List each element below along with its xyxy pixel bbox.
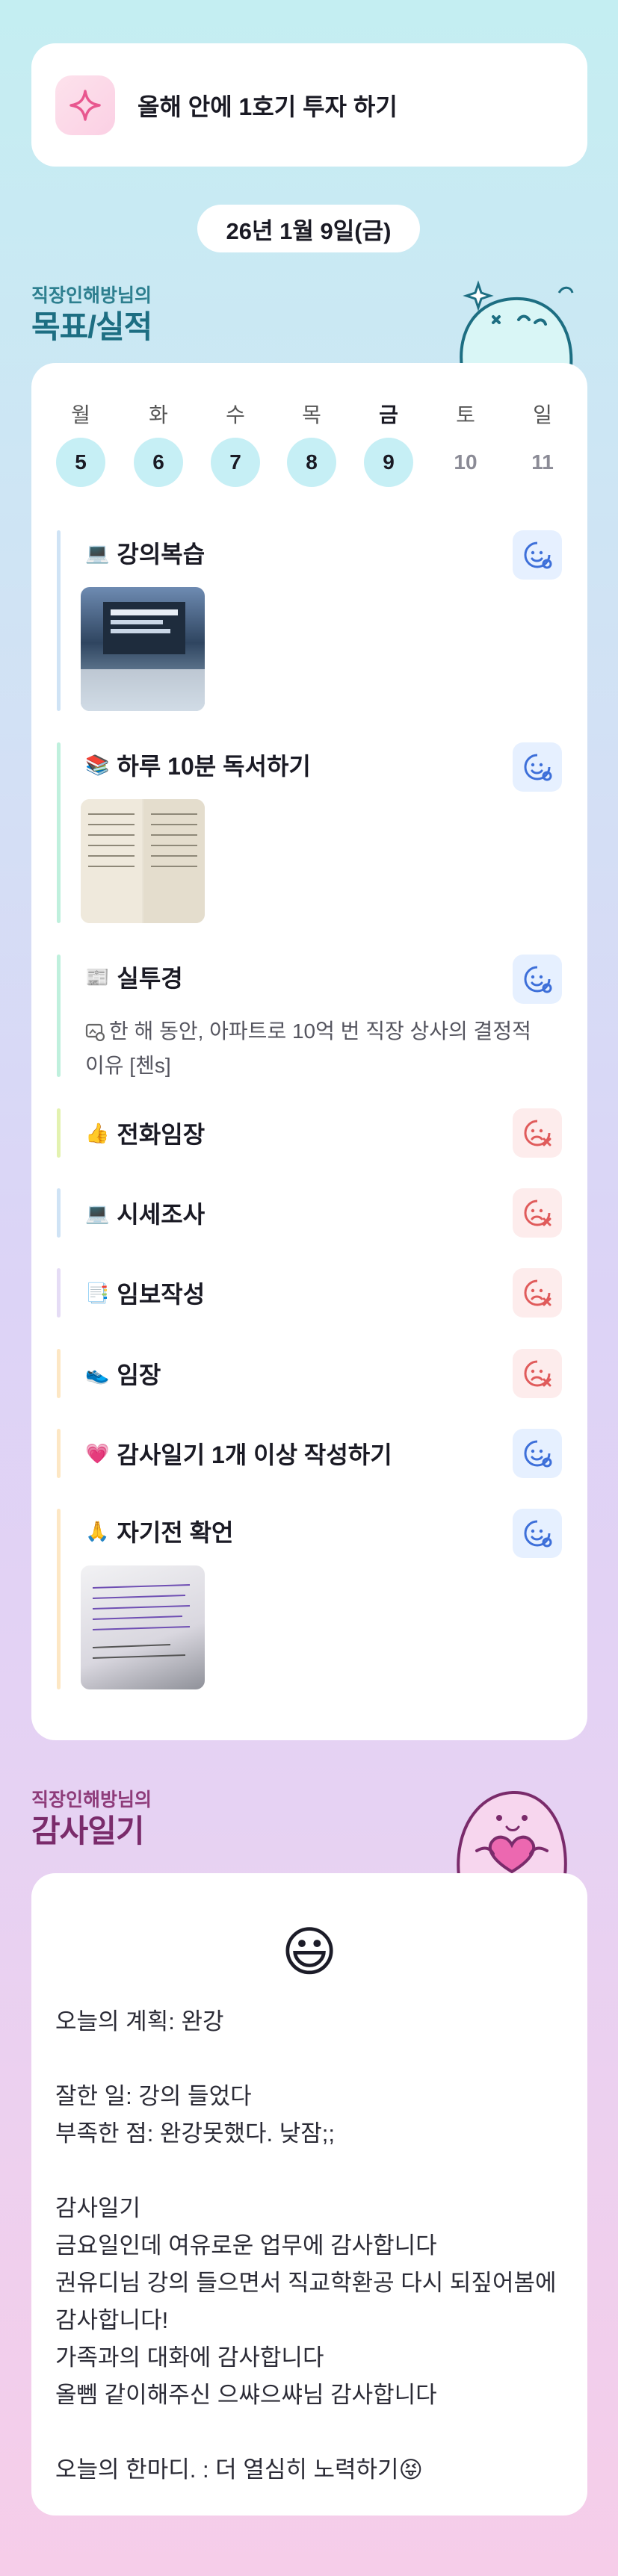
goals-section-title: 목표/실적 — [31, 309, 152, 344]
task-title-row: 💗 감사일기 1개 이상 작성하기 — [85, 1431, 392, 1476]
mood-emoji-icon: 😃 — [281, 1922, 338, 1982]
weekday-label: 일 — [533, 403, 552, 426]
goal-text: 올해 안에 1호기 투자 하기 — [137, 93, 398, 120]
task-color-bar — [57, 1349, 61, 1398]
status-missed-icon[interactable] — [513, 1188, 562, 1238]
day-number: 8 — [287, 438, 336, 487]
status-done-icon[interactable] — [513, 530, 562, 580]
task-color-bar — [57, 955, 61, 1077]
diary-text: 오늘의 계획: 완강 잘한 일: 강의 들었다 부족한 점: 완강못했다. 낮잠… — [55, 2008, 557, 2483]
task-label: 실투경 — [117, 965, 183, 992]
task-label: 하루 10분 독서하기 — [117, 753, 311, 780]
status-done-icon[interactable] — [513, 1509, 562, 1558]
task-photo[interactable] — [81, 799, 205, 923]
date-label[interactable]: 26년 1월 9일(금) — [197, 205, 420, 252]
day-number: 11 — [531, 450, 554, 474]
newspaper-icon: 📰 — [85, 965, 110, 988]
weekday-label: 목 — [302, 403, 321, 426]
task-item[interactable]: 💗 감사일기 1개 이상 작성하기 — [57, 1429, 562, 1478]
task-label: 시세조사 — [117, 1201, 206, 1228]
task-color-bar — [57, 1509, 61, 1689]
task-item[interactable]: 💻 강의복습 — [57, 530, 562, 711]
task-color-bar — [57, 1429, 61, 1478]
weekday-label: 수 — [226, 403, 245, 426]
task-photo[interactable] — [81, 587, 205, 711]
weekday-label: 토 — [456, 403, 475, 426]
day-thu[interactable]: 목 8 — [287, 400, 336, 487]
task-label: 강의복습 — [117, 541, 206, 568]
goal-card[interactable]: 올해 안에 1호기 투자 하기 — [31, 43, 587, 167]
day-number: 7 — [211, 438, 260, 487]
task-label: 감사일기 1개 이상 작성하기 — [117, 1441, 392, 1468]
task-item[interactable]: 📰 실투경 한 해 동안, 아파트로 10억 번 직장 상사의 결정적 이유 [… — [57, 955, 562, 1077]
shoe-icon: 👟 — [85, 1362, 110, 1385]
task-item[interactable]: 💻 시세조사 — [57, 1188, 562, 1238]
day-sat[interactable]: 토 10 — [441, 400, 490, 487]
day-number: 10 — [454, 450, 478, 474]
task-link[interactable]: 한 해 동안, 아파트로 10억 번 직장 상사의 결정적 이유 [첸s] — [85, 1016, 549, 1081]
task-item[interactable]: 👟 임장 — [57, 1349, 562, 1398]
diary-section-title: 감사일기 — [31, 1813, 145, 1849]
mascot-illustration — [447, 270, 586, 371]
document-icon: 📑 — [85, 1281, 110, 1304]
task-item[interactable]: 📑 임보작성 — [57, 1268, 562, 1318]
weekday-label: 금 — [379, 403, 398, 426]
task-color-bar — [57, 742, 61, 923]
status-missed-icon[interactable] — [513, 1268, 562, 1318]
task-title-row: 📰 실투경 — [85, 955, 183, 999]
weekday-label: 화 — [149, 403, 168, 426]
task-label: 임보작성 — [117, 1281, 206, 1308]
task-color-bar — [57, 1108, 61, 1158]
task-title-row: 👟 임장 — [85, 1351, 161, 1396]
day-number: 9 — [364, 438, 413, 487]
laptop-icon: 💻 — [85, 541, 110, 564]
task-title-row: 📑 임보작성 — [85, 1270, 205, 1315]
task-color-bar — [57, 1268, 61, 1318]
thumbs-up-icon: 👍 — [85, 1121, 110, 1144]
task-item[interactable]: 📚 하루 10분 독서하기 — [57, 742, 562, 923]
task-color-bar — [57, 1188, 61, 1238]
weekday-label: 월 — [71, 403, 90, 426]
task-title-row: 👍 전화임장 — [85, 1111, 205, 1155]
task-label: 전화임장 — [117, 1121, 206, 1148]
laptop-icon: 💻 — [85, 1201, 110, 1224]
day-tue[interactable]: 화 6 — [134, 400, 183, 487]
day-wed[interactable]: 수 7 — [211, 400, 260, 487]
day-sun[interactable]: 일 11 — [518, 400, 567, 487]
status-done-icon[interactable] — [513, 955, 562, 1004]
task-title-row: 💻 시세조사 — [85, 1191, 205, 1235]
sparkle-icon — [55, 75, 115, 135]
task-title-row: 💻 강의복습 — [85, 530, 205, 575]
task-item[interactable]: 🙏 자기전 확언 — [57, 1509, 562, 1689]
day-mon[interactable]: 월 5 — [56, 400, 105, 487]
status-done-icon[interactable] — [513, 1429, 562, 1478]
heart-icon: 💗 — [85, 1441, 110, 1465]
task-color-bar — [57, 530, 61, 711]
books-icon: 📚 — [85, 753, 110, 776]
status-done-icon[interactable] — [513, 742, 562, 792]
praying-hands-icon: 🙏 — [85, 1519, 110, 1542]
task-item[interactable]: 👍 전화임장 — [57, 1108, 562, 1158]
media-link-icon — [85, 1019, 105, 1050]
heart-mascot-illustration — [447, 1779, 574, 1880]
day-number: 5 — [56, 438, 105, 487]
task-title-row: 📚 하루 10분 독서하기 — [85, 742, 311, 787]
status-missed-icon[interactable] — [513, 1108, 562, 1158]
goals-card: 월 5 화 6 수 7 목 8 금 9 토 10 일 11 � — [31, 363, 587, 1740]
task-link-text: 한 해 동안, 아파트로 10억 번 직장 상사의 결정적 이유 [첸s] — [85, 1019, 531, 1077]
task-label: 임장 — [117, 1362, 161, 1388]
task-label: 자기전 확언 — [117, 1519, 234, 1546]
day-number: 6 — [134, 438, 183, 487]
status-missed-icon[interactable] — [513, 1349, 562, 1398]
day-fri[interactable]: 금 9 — [364, 400, 413, 487]
task-title-row: 🙏 자기전 확언 — [85, 1509, 233, 1554]
week-calendar: 월 5 화 6 수 7 목 8 금 9 토 10 일 11 — [31, 400, 587, 490]
task-photo[interactable] — [81, 1565, 205, 1689]
